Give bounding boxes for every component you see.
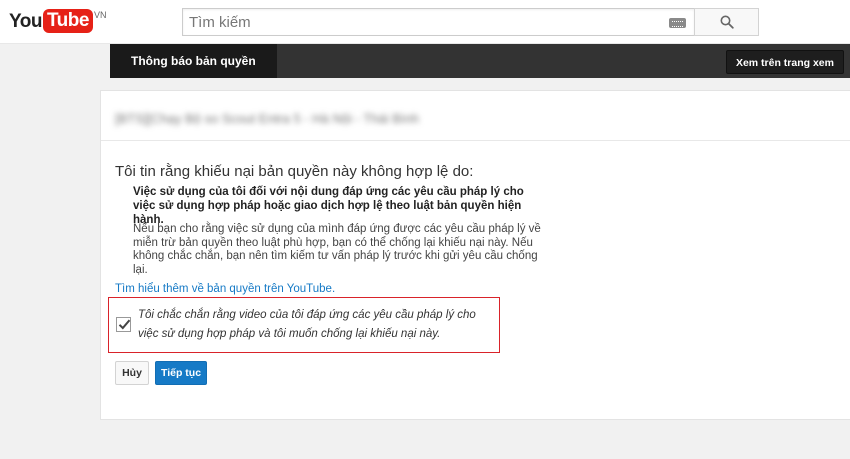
logo-text-you: You	[9, 11, 42, 32]
search-input[interactable]	[183, 9, 694, 35]
confirm-highlight-box: Tôi chắc chắn rằng video của tôi đáp ứng…	[108, 297, 500, 353]
search-icon	[720, 15, 734, 29]
search-box	[182, 8, 694, 36]
search-bar	[182, 8, 759, 36]
page-title: Thông báo bản quyền	[110, 44, 277, 78]
youtube-logo[interactable]: You Tube VN	[9, 9, 106, 35]
video-title: [BTS][Chạy Bộ so Scout Entra 5 - Hà Nội …	[115, 111, 419, 126]
dispute-explanation: Nếu bạn cho rằng việc sử dụng của mình đ…	[133, 223, 541, 276]
logo-text-tube: Tube	[42, 9, 93, 33]
search-button[interactable]	[694, 8, 759, 36]
checkmark-icon	[118, 319, 131, 330]
masthead: You Tube VN	[0, 0, 850, 44]
page-header-bar: Thông báo bản quyền Xem trên trang xem	[110, 44, 850, 78]
cancel-button[interactable]: Hủy	[115, 361, 149, 385]
dispute-form-card: [BTS][Chạy Bộ so Scout Entra 5 - Hà Nội …	[100, 90, 850, 420]
continue-button[interactable]: Tiếp tục	[155, 361, 207, 385]
logo-country-code: VN	[93, 10, 107, 20]
view-on-watch-page-button[interactable]: Xem trên trang xem	[725, 50, 844, 74]
confirm-label[interactable]: Tôi chắc chắn rằng video của tôi đáp ứng…	[138, 306, 498, 344]
confirm-checkbox[interactable]	[116, 317, 131, 332]
dispute-heading: Tôi tin rằng khiếu nại bản quyền này khô…	[115, 163, 474, 180]
divider	[101, 140, 850, 141]
dispute-reason: Việc sử dụng của tôi đối với nội dung đá…	[133, 186, 524, 226]
keyboard-icon[interactable]	[669, 18, 686, 28]
learn-more-link[interactable]: Tìm hiểu thêm về bản quyền trên YouTube.	[115, 283, 335, 295]
